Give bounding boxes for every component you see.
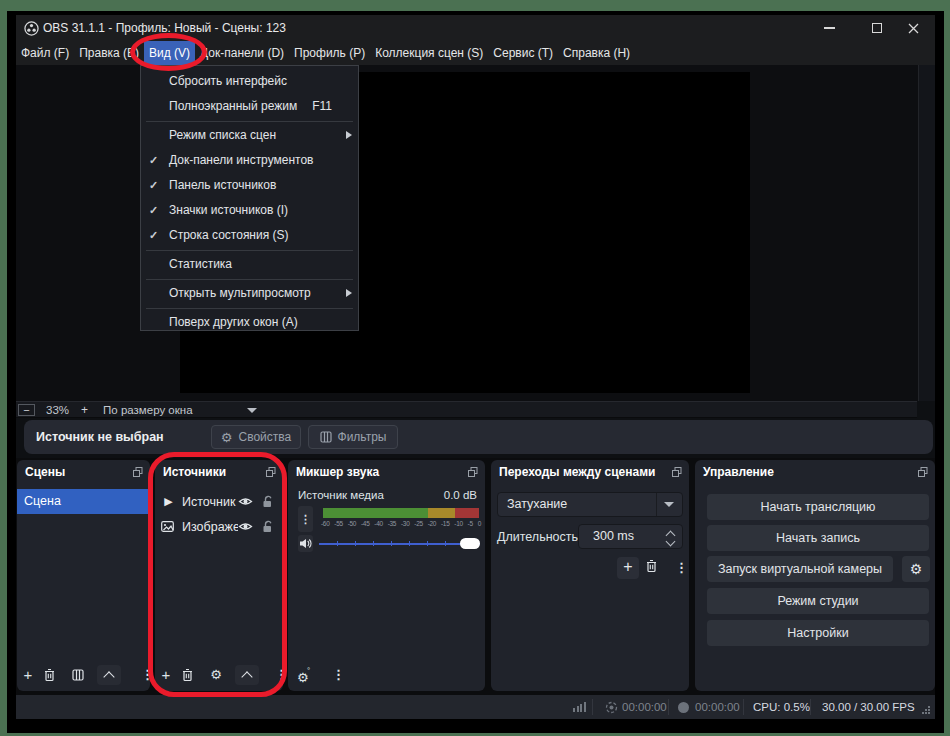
close-button[interactable] [896,15,930,41]
mixer-channel-name: Источник медиа [298,489,384,501]
controls-dock: Управление Начать трансляцию Начать запи… [695,460,935,691]
menu-scene-collection[interactable]: Коллекция сцен (S) [370,41,488,65]
scenes-dock: Сцены Сцена + ⋮ [17,460,150,691]
menu-help[interactable]: Справка (Н) [558,41,635,65]
duration-spinbox[interactable]: 300 ms [578,524,683,549]
filter-icon [320,431,332,443]
checkmark-icon: ✓ [149,223,158,248]
menu-item-fullscreen[interactable]: Полноэкранный режимF11 [141,94,358,119]
menu-item-status-bar[interactable]: ✓Строка состояния (S) [141,223,358,248]
scene-item[interactable]: Сцена [17,489,150,514]
properties-button[interactable]: ⚙ Свойства [211,425,301,449]
record-status-icon [677,701,690,714]
mixer-dock-title: Микшер звука [296,460,379,484]
transition-menu-button[interactable]: ⋮ [675,557,688,579]
filters-button[interactable]: Фильтры [308,425,398,449]
zoom-out-button[interactable]: − [18,404,35,416]
start-recording-button[interactable]: Начать запись [707,525,929,551]
zoom-toolbar: − 33% + По размеру окна [16,401,917,418]
transitions-dock: Переходы между сценами Затухание Длитель… [491,460,689,691]
mixer-level-label: 0.0 dB [444,489,477,501]
add-scene-button[interactable]: + [20,665,36,685]
meter-scale: -60-55-50-45-40-35-30-25-20-15-10-50 [321,520,481,527]
scenes-dock-title: Сцены [25,460,65,484]
transition-select[interactable]: Затухание [497,492,683,517]
mixer-toolbar: ⚙° ⋮ [288,665,485,685]
mixer-channel-menu-button[interactable]: ⋮ [298,506,313,532]
volume-slider-handle[interactable] [460,538,480,549]
mute-button[interactable] [298,535,313,552]
mixer-menu-button[interactable]: ⋮ [332,665,345,685]
popout-icon[interactable] [672,467,682,477]
zoom-mode-select[interactable]: По размеру окна [103,404,192,416]
settings-button[interactable]: Настройки [707,620,929,646]
maximize-button[interactable] [860,15,894,41]
submenu-arrow-icon [346,289,352,297]
source-toolbar: Источник не выбран ⚙ Свойства Фильтры [24,420,933,454]
menu-item-always-on-top[interactable]: Поверх других окон (A) [141,310,358,335]
studio-mode-button[interactable]: Режим студии [707,588,929,614]
popout-icon[interactable] [918,467,928,477]
source-status-label: Источник не выбран [36,420,164,454]
stream-status-icon [605,701,618,714]
menu-item-multiview[interactable]: Открыть мультипросмотр [141,281,358,306]
annotation-rect-sources [148,452,287,697]
menu-item-scene-list-mode[interactable]: Режим списка сцен [141,123,358,148]
fps-indicator: 30.00 / 30.00 FPS [822,695,915,719]
duration-label: Длительность [497,530,578,544]
volume-slider[interactable] [319,535,480,552]
menu-file[interactable]: Файл (F) [16,41,74,65]
scene-up-button[interactable] [97,665,121,685]
zoom-level: 33% [46,404,69,416]
remove-scene-button[interactable] [43,668,56,682]
volume-meter [323,508,479,518]
submenu-arrow-icon [346,131,352,139]
statusbar: 00:00:00 00:00:00 CPU: 0.5% 30.00 / 30.0… [16,695,935,719]
popout-icon[interactable] [468,467,478,477]
menu-item-reset-ui[interactable]: Сбросить интерфейс [141,69,358,94]
popout-icon[interactable] [133,467,143,477]
remove-transition-button[interactable] [645,559,658,573]
add-transition-button[interactable]: + [617,557,639,579]
view-menu-dropdown: Сбросить интерфейс Полноэкранный режимF1… [140,65,359,331]
cpu-usage: CPU: 0.5% [753,695,810,719]
virtual-camera-settings-button[interactable]: ⚙ [902,556,930,582]
record-time: 00:00:00 [695,695,740,719]
menu-docks[interactable]: Док-панели (D) [195,41,289,65]
checkmark-icon: ✓ [149,173,158,198]
preview-scrollbar[interactable] [918,65,935,401]
minimize-button[interactable] [812,15,846,41]
menu-profile[interactable]: Профиль (Р) [289,41,370,65]
annotation-oval-view-menu [130,33,207,71]
transitions-dock-title: Переходы между сценами [499,460,655,484]
zoom-in-button[interactable]: + [81,403,88,417]
menu-item-source-icons[interactable]: ✓Значки источников (I) [141,198,358,223]
mixer-dock: Микшер звука Источник медиа 0.0 dB ⋮ -60… [288,460,485,691]
checkmark-icon: ✓ [149,148,158,173]
start-virtual-camera-button[interactable]: Запуск виртуальной камеры [707,556,893,582]
gear-icon: ⚙ [221,430,233,445]
scene-filters-button[interactable] [72,669,84,681]
chevron-down-icon [664,502,674,507]
start-streaming-button[interactable]: Начать трансляцию [707,494,929,520]
audio-settings-icon[interactable]: ⚙° [297,668,309,686]
menu-item-stats[interactable]: Статистика [141,252,358,277]
controls-dock-title: Управление [703,460,774,484]
stream-time: 00:00:00 [622,695,667,719]
obs-logo-icon [24,21,39,36]
menu-tools[interactable]: Сервис (Т) [488,41,558,65]
scenes-toolbar: + ⋮ [17,665,150,685]
signal-icon [573,702,586,712]
spin-down-icon[interactable] [666,537,676,547]
menu-item-source-toolbar[interactable]: ✓Панель источников [141,173,358,198]
menu-item-toolbars[interactable]: ✓Док-панели инструментов [141,148,358,173]
zoom-mode-caret-icon[interactable] [247,408,257,413]
checkmark-icon: ✓ [149,198,158,223]
resize-grip[interactable] [921,705,931,715]
